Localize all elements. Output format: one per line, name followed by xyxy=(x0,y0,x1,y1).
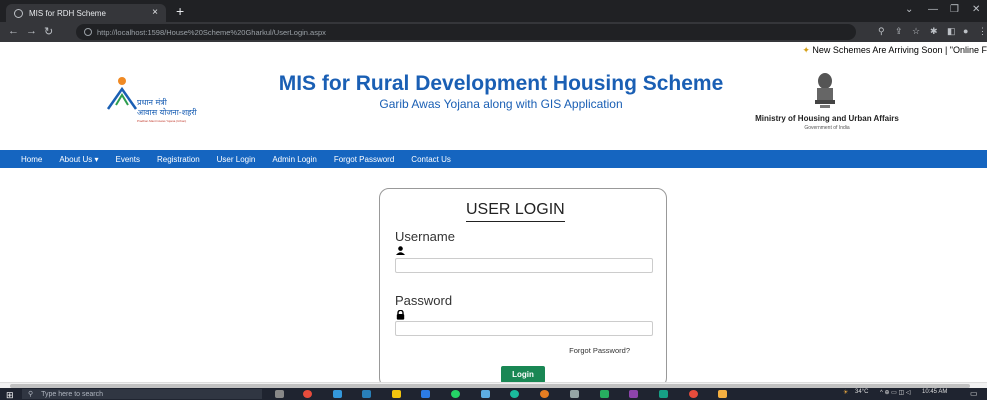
tab-title: MIS for RDH Scheme xyxy=(29,8,106,18)
sidepanel-icon[interactable]: ◧ xyxy=(947,26,956,37)
app-icon-6[interactable] xyxy=(570,390,579,398)
chrome-icon[interactable] xyxy=(689,390,698,398)
national-emblem-icon xyxy=(815,73,835,108)
edge-icon[interactable] xyxy=(510,390,519,398)
taskbar-search-placeholder: Type here to search xyxy=(41,390,104,398)
nav-registration[interactable]: Registration xyxy=(157,155,200,164)
news-marquee: ✦ New Schemes Are Arriving Soon | "Onlin… xyxy=(802,45,987,56)
bookmark-star-icon[interactable]: ☆ xyxy=(912,26,920,37)
maximize-icon[interactable]: ❐ xyxy=(950,4,959,15)
chevron-down-icon[interactable]: ⌄ xyxy=(905,4,913,15)
weather-temp[interactable]: 34°C xyxy=(855,389,868,395)
whatsapp-icon[interactable] xyxy=(451,390,460,398)
tab-close-icon[interactable]: × xyxy=(152,7,158,18)
vscode-icon[interactable] xyxy=(659,390,668,398)
password-label: Password xyxy=(395,293,453,308)
forgot-password-link[interactable]: Forgot Password? xyxy=(569,346,630,355)
share-icon[interactable]: ⇪ xyxy=(895,26,903,37)
search-icon: ⚲ xyxy=(28,391,34,398)
close-window-icon[interactable]: ✕ xyxy=(972,4,980,15)
browser-tab[interactable]: MIS for RDH Scheme × xyxy=(6,4,166,22)
file-explorer-icon[interactable] xyxy=(392,390,401,398)
password-input[interactable] xyxy=(395,321,653,336)
url-path: :1598/House%20Scheme%20Gharkul/UserLogin… xyxy=(145,27,326,37)
app-icon-1[interactable] xyxy=(303,390,312,398)
windows-start-icon[interactable]: ⊞ xyxy=(6,390,14,400)
logo-hindi-2: आवास योजना-शहरी xyxy=(137,108,197,117)
announcement-icon: ✦ xyxy=(802,45,810,55)
reload-icon[interactable]: ↻ xyxy=(44,25,53,38)
url-host: http://localhost xyxy=(97,27,146,37)
app-icon-2[interactable] xyxy=(333,390,342,398)
task-view-icon[interactable] xyxy=(275,390,284,398)
main-navbar: Home About Us ▾ Events Registration User… xyxy=(0,150,987,168)
favicon-icon xyxy=(14,8,23,18)
zoom-icon[interactable]: ⚲ xyxy=(878,26,885,37)
nav-forgot-password[interactable]: Forgot Password xyxy=(334,155,394,164)
tray-icons[interactable]: ^ ⊕ ▭ ◫ ◁ xyxy=(880,389,910,396)
back-icon[interactable]: ← xyxy=(8,25,19,37)
nav-contact-us[interactable]: Contact Us xyxy=(411,155,451,164)
pmay-logo: प्रधान मंत्री आवास योजना-शहरी Pradhan Ma… xyxy=(100,75,230,130)
taskbar-search[interactable]: ⚲ Type here to search xyxy=(22,389,262,399)
excel-icon[interactable] xyxy=(600,390,609,398)
marquee-text: New Schemes Are Arriving Soon | "Online … xyxy=(812,45,987,55)
nav-events[interactable]: Events xyxy=(116,155,140,164)
login-card: USER LOGIN Username Password Forgot Pass… xyxy=(379,188,667,388)
browser-tab-bar: MIS for RDH Scheme × + ⌄ — ❐ ✕ xyxy=(0,0,987,22)
weather-icon: ☀ xyxy=(843,390,849,396)
nav-user-login[interactable]: User Login xyxy=(217,155,256,164)
profile-icon[interactable]: ● xyxy=(963,26,968,36)
app-icon-7[interactable] xyxy=(629,390,638,398)
site-subtitle: Garib Awas Yojana along with GIS Applica… xyxy=(379,97,623,111)
notification-icon[interactable]: ▭ xyxy=(970,389,978,398)
app-icon-5[interactable] xyxy=(540,390,549,398)
nav-admin-login[interactable]: Admin Login xyxy=(272,155,316,164)
logo-english: Pradhan Mantri Awas Yojana (Urban) xyxy=(137,119,187,123)
login-button[interactable]: Login xyxy=(501,366,545,383)
user-icon xyxy=(396,246,405,258)
windows-taskbar: ⊞ ⚲ Type here to search ☀ 34°C ^ ⊕ ▭ ◫ ◁… xyxy=(0,388,987,400)
forward-icon[interactable]: → xyxy=(26,25,37,37)
emblem-logo xyxy=(812,72,838,110)
app-icon-3[interactable] xyxy=(362,390,371,398)
app-icon-4[interactable] xyxy=(481,390,490,398)
nav-home[interactable]: Home xyxy=(21,155,42,164)
url-input[interactable]: http://localhost:1598/House%20Scheme%20G… xyxy=(76,24,856,40)
ministry-name: Ministry of Housing and Urban Affairs xyxy=(755,114,899,123)
info-icon xyxy=(84,28,92,36)
login-title: USER LOGIN xyxy=(466,201,565,222)
address-bar-row: ← → ↻ http://localhost:1598/House%20Sche… xyxy=(0,22,987,42)
site-title: MIS for Rural Development Housing Scheme xyxy=(278,72,724,95)
clock-time[interactable]: 10:45 AM xyxy=(922,389,947,395)
username-label: Username xyxy=(395,229,455,244)
extensions-icon[interactable]: ✱ xyxy=(930,26,938,37)
word-icon[interactable] xyxy=(421,390,430,398)
new-tab-button[interactable]: + xyxy=(176,3,184,19)
username-input[interactable] xyxy=(395,258,653,273)
menu-icon[interactable]: ⋮ xyxy=(978,26,987,37)
minimize-icon[interactable]: — xyxy=(928,4,938,15)
nav-about-us[interactable]: About Us ▾ xyxy=(59,155,98,164)
ministry-subtitle: Government of India xyxy=(804,125,850,131)
app-icon-8[interactable] xyxy=(718,390,727,398)
